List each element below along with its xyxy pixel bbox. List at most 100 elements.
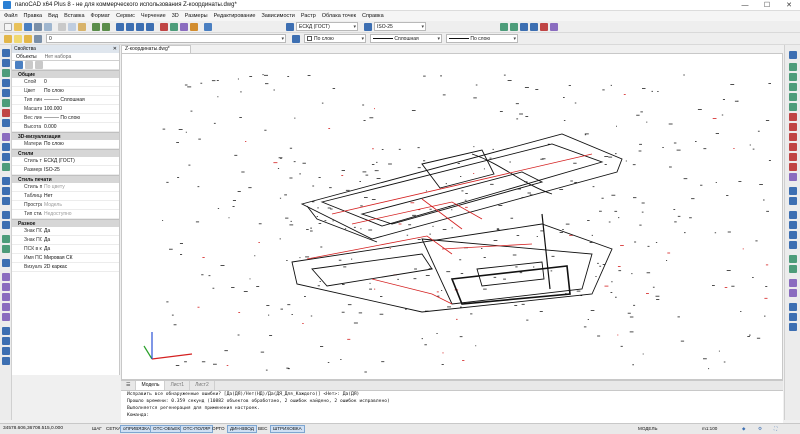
snap-perpendicular-icon[interactable] [789,143,797,151]
property-row[interactable]: Знак ПСК ...Да [12,236,119,245]
drawing-canvas[interactable] [121,53,783,380]
menu-help[interactable]: Справка [362,13,384,19]
scale-indicator[interactable]: m1:100 [700,425,719,433]
property-value[interactable]: 0 [42,78,119,86]
layer-manager-icon[interactable] [4,35,12,43]
layer-select[interactable]: 0 ▾ [46,34,286,43]
menu-insert[interactable]: Вставка [64,13,84,19]
menu-modify[interactable]: Редактирование [214,13,256,19]
command-line[interactable]: Исправить все обнаруженные ошибки? [Да(Д… [121,390,783,423]
line-tool-icon[interactable] [2,49,10,57]
ellipse-tool-icon[interactable] [2,99,10,107]
property-value[interactable]: ЕСКД (ГОСТ) [42,157,119,165]
snap-midpoint-icon[interactable] [789,73,797,81]
text-style-select[interactable]: ЕСКД (ГОСТ) ▾ [296,22,358,31]
menu-view[interactable]: Вид [48,13,58,19]
property-row[interactable]: Простран...Модель [12,201,119,210]
slice-tool-icon[interactable] [2,357,10,365]
orbit-tool-icon[interactable] [530,23,538,31]
menu-point-clouds[interactable]: Облака точек [322,13,356,19]
linetype-select[interactable]: Сплошная ▾ [370,34,442,43]
annotation-scale-icon[interactable]: ◆ [740,425,748,433]
toggle-osnap[interactable]: оПРИВЯЗКА [120,425,153,433]
property-row[interactable]: Таблица с...Нет [12,192,119,201]
ucs-tool-icon[interactable] [2,327,10,335]
3d-cylinder-tool-icon[interactable] [2,293,10,301]
property-row[interactable]: Тип стиле...Недоступно [12,210,119,219]
space-indicator[interactable]: МОДЕЛЬ [636,425,660,433]
preview-icon[interactable] [44,23,52,31]
pan-icon[interactable] [116,23,124,31]
undo-icon[interactable] [92,23,100,31]
lineweight-select[interactable]: По слою ▾ [446,34,518,43]
3d-extrude-tool-icon[interactable] [2,313,10,321]
calculator-icon[interactable] [190,23,198,31]
properties-section-header[interactable]: Стили [12,149,119,157]
cut-icon[interactable] [58,23,66,31]
snap-settings-icon[interactable] [789,197,797,205]
rotate-tool-icon[interactable] [2,187,10,195]
zoom-window-icon[interactable] [136,23,144,31]
property-row[interactable]: Знак ПСК ...Да [12,227,119,236]
design-center-icon[interactable] [170,23,178,31]
select-objects-icon[interactable] [15,61,23,69]
document-tab[interactable]: Z-координаты.dwg* [121,45,191,53]
property-value[interactable]: 100.000 [42,105,119,113]
property-value[interactable]: По слою [42,87,119,95]
property-row[interactable]: Слой 0 [12,78,119,87]
zoom-extents-icon[interactable] [146,23,154,31]
grid-tool-icon[interactable] [500,23,508,31]
toggle-dyn[interactable]: ДИН-ВВОД [227,425,257,433]
close-button[interactable]: ✕ [778,0,800,11]
property-value[interactable]: 2D каркас [42,263,119,271]
print-icon[interactable] [34,23,42,31]
menu-raster[interactable]: Растр [301,13,316,19]
snap-insert-icon[interactable] [789,133,797,141]
properties-section-header[interactable]: Стиль печати [12,175,119,183]
property-value[interactable]: ISO-25 [42,166,119,174]
snap-nearest-icon[interactable] [789,163,797,171]
polyline-tool-icon[interactable] [2,59,10,67]
measure-tool-icon[interactable] [540,23,548,31]
snap-extension-icon[interactable] [789,123,797,131]
snap-tangent-icon[interactable] [789,153,797,161]
toggle-polar[interactable]: ОТС-ПОЛЯР [180,425,214,433]
ortho-view-icon[interactable] [789,51,797,59]
copy-icon[interactable] [68,23,76,31]
named-views-icon[interactable] [789,279,797,287]
property-row[interactable]: Тип линий——— Сплошная [12,96,119,105]
property-value[interactable]: ——— По слою [42,114,119,122]
snap-tool-icon[interactable] [510,23,518,31]
zoom-in-icon[interactable] [789,211,797,219]
property-row[interactable]: МатериалПо слою [12,140,119,149]
regen-icon[interactable] [789,255,797,263]
property-row[interactable]: Стиль тек...ЕСКД (ГОСТ) [12,157,119,166]
make-current-layer-icon[interactable] [292,35,300,43]
property-row[interactable]: Визуальн...2D каркас [12,263,119,272]
snap-intersection-icon[interactable] [789,113,797,121]
3d-box-tool-icon[interactable] [2,273,10,281]
view-cube-tool-icon[interactable] [2,337,10,345]
snap-quadrant-icon[interactable] [789,103,797,111]
property-row[interactable]: Высота 3D0.000 [12,123,119,132]
snap-parallel-icon[interactable] [789,173,797,181]
menu-dimensions[interactable]: Размеры [185,13,208,19]
minimize-button[interactable]: — [734,0,756,11]
snap-none-icon[interactable] [789,187,797,195]
top-view-icon[interactable] [789,303,797,311]
property-value[interactable]: По цвету [42,183,119,191]
property-value[interactable]: ——— Сплошная [42,96,119,104]
menu-file[interactable]: Файл [4,13,18,19]
paste-icon[interactable] [78,23,86,31]
toggle-lweight[interactable]: ВЕС [256,425,269,433]
menu-format[interactable]: Формат [91,13,111,19]
viewports-icon[interactable] [789,289,797,297]
maximize-button[interactable]: ☐ [756,0,778,11]
zoom-icon[interactable] [126,23,134,31]
spline-tool-icon[interactable] [2,109,10,117]
section-tool-icon[interactable] [2,347,10,355]
snap-center-icon[interactable] [789,83,797,91]
command-prompt[interactable]: Команда: [127,412,783,419]
zoom-all-icon[interactable] [789,231,797,239]
redo-icon[interactable] [102,23,110,31]
